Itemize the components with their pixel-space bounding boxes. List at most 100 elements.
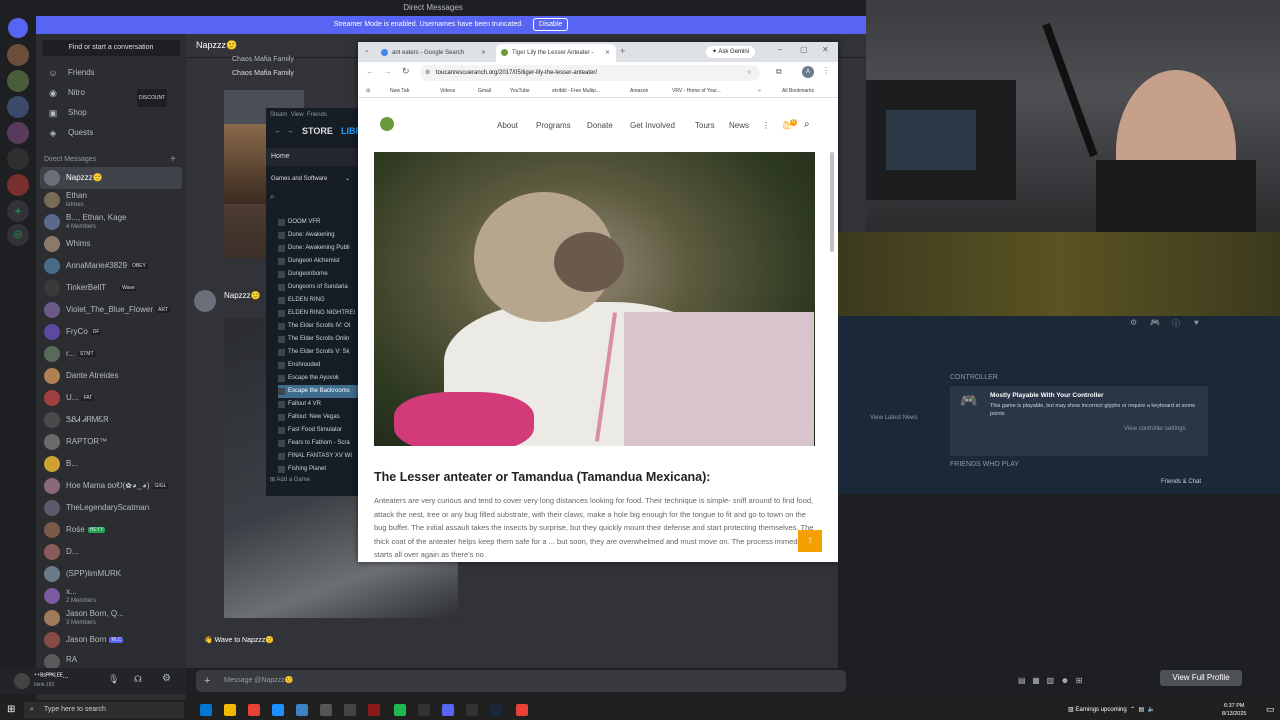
app-icon[interactable] [516,704,528,716]
steam-game-item[interactable]: Dune: Awakening [278,229,358,242]
steam-game-item[interactable]: The Elder Scrolls IV: Ol [278,320,358,333]
headphones-icon[interactable]: ☊ [134,674,142,685]
microphone-icon[interactable]: 🎙 [108,674,119,685]
steam-game-item[interactable]: Fallout: New Vegas [278,411,358,424]
view-full-profile-button[interactable]: View Full Profile [1160,670,1242,686]
info-icon[interactable]: ⓘ [1172,318,1180,329]
more-menu-icon[interactable]: ⋮ [762,121,770,130]
nav-friends[interactable]: ☺ Friends [42,64,180,82]
steam-menu-item[interactable]: Friends [307,112,327,118]
tab-search-icon[interactable]: ⌄ [364,46,370,54]
more-bookmarks-icon[interactable]: » [758,84,761,98]
dm-item[interactable]: Whims [40,233,182,255]
dm-item[interactable]: Ethan letmes [40,189,182,211]
dm-item[interactable]: x... 2 Members [40,585,182,607]
steam-game-item[interactable]: Dungeon Alchemist [278,255,358,268]
bookmark-item[interactable]: New Tab [390,84,409,98]
wave-button[interactable]: 👋 Wave to Napzzz🙂 [200,636,274,650]
steam-game-item[interactable]: FINAL FANTASY XV WI [278,450,358,463]
scroll-to-top-button[interactable]: ↑ [798,530,822,552]
address-bar[interactable]: ⚙ toucanrescueranch.org/2017/05/tiger-lil… [420,65,760,81]
task-view-icon[interactable] [200,704,212,716]
profile-avatar[interactable]: A [802,66,814,78]
steam-menu-item[interactable]: Steam [270,112,287,118]
bookmark-item[interactable]: Amazon [630,84,648,98]
settings-gear-icon[interactable]: ⚙ [1130,318,1137,327]
browser-tab[interactable]: ant eaters - Google Search ✕ [376,44,492,62]
close-window-icon[interactable]: ✕ [822,45,829,54]
settings-gear-icon[interactable]: ⚙ [162,673,171,684]
chevron-up-icon[interactable]: ⌃ [1130,707,1135,713]
obs-icon[interactable] [320,704,332,716]
dm-item[interactable]: Dante Atreides [40,365,182,387]
server-icon[interactable] [7,96,29,118]
back-icon[interactable]: ← [366,67,374,76]
forward-arrow-icon[interactable]: → [286,126,294,135]
dm-item[interactable]: Jason Born RLC [40,629,182,651]
steam-home[interactable]: Home [266,148,360,166]
dm-item[interactable]: Violet_The_Blue_Flower ART [40,299,182,321]
bookmark-item[interactable]: skribbl - Free Multip... [552,84,600,98]
steam-game-item[interactable]: Escape the Ayuvok [278,372,358,385]
avatar[interactable] [14,673,30,689]
steam-icon[interactable] [490,704,502,716]
nav-about[interactable]: About [497,121,518,130]
dm-item[interactable]: TinkerBellT Wave [40,277,182,299]
games-filter-dropdown[interactable]: Games and Software ⌄ [266,172,356,186]
dm-item[interactable]: Napzzz🙂 [40,167,182,189]
steam-game-item[interactable]: Dune: Awakening Publi [278,242,358,255]
streamer-disable-button[interactable]: Disable [533,18,569,31]
all-bookmarks[interactable]: All Bookmarks [782,84,814,98]
windows-start-icon[interactable]: ⊞ [7,704,15,715]
gift-icon[interactable]: ▤ [1018,676,1026,685]
app-icon[interactable] [466,704,478,716]
reload-icon[interactable]: ↻ [402,66,410,77]
taskbar-clock[interactable]: 6:37 PM 8/13/2025 [1222,702,1246,718]
dm-item[interactable]: (SPP)limMURK [40,563,182,585]
discover-icon[interactable]: ◎ [7,224,29,246]
nav-tours[interactable]: Tours [695,121,715,130]
steam-game-item[interactable]: Fallout 4 VR [278,398,358,411]
app-icon[interactable] [418,704,430,716]
spotify-icon[interactable] [394,704,406,716]
earnings-text[interactable]: Earnings upcoming [1075,707,1126,713]
dm-item[interactable]: RAPTOR™ [40,431,182,453]
add-game-button[interactable]: ⊞ Add a Game [270,476,310,483]
create-dm-icon[interactable]: + [170,154,176,165]
dm-item[interactable]: FryCo DF [40,321,182,343]
bookmark-item[interactable]: VRV - Home of Your... [672,84,721,98]
view-latest-news-link[interactable]: View Latest News [870,415,918,421]
favorite-heart-icon[interactable]: ♥ [1194,318,1199,327]
steam-game-item[interactable]: The Elder Scrolls Onlin [278,333,358,346]
extensions-icon[interactable]: ⧉ [776,67,782,77]
steam-game-item[interactable]: The Elder Scrolls V: Sk [278,346,358,359]
dm-item[interactable]: Rośe HEYY [40,519,182,541]
chrome-icon[interactable] [248,704,260,716]
discord-home-icon[interactable] [8,18,28,38]
sticker-icon[interactable]: ▧ [1046,676,1054,685]
emoji-icon[interactable]: ☻ [1061,676,1069,685]
app-icon[interactable] [344,704,356,716]
gif-icon[interactable]: ▦ [1032,676,1040,685]
discord-icon[interactable] [442,704,454,716]
file-explorer-icon[interactable] [224,704,236,716]
dm-item[interactable]: B..., Ethan, Kage 4 Members [40,211,182,233]
notifications-icon[interactable]: ▭ [1266,704,1275,715]
browser-tab-active[interactable]: Tiger Lily the Lesser Anteater - ✕ [496,44,616,62]
steam-game-item[interactable]: ELDEN RING [278,294,358,307]
site-logo[interactable] [380,117,394,131]
message-input[interactable]: + Message @Napzzz🙂 [196,670,846,692]
kebab-menu-icon[interactable]: ⋮ [822,66,830,75]
server-icon[interactable] [7,148,29,170]
steam-menu-item[interactable]: View [291,112,304,118]
dm-item[interactable]: U... FAT [40,387,182,409]
bookmark-item[interactable]: Gmail [478,84,491,98]
bookmark-item[interactable]: YouTube [510,84,530,98]
steam-game-item[interactable]: Fears to Fathom - Scra [278,437,358,450]
app-icon[interactable] [368,704,380,716]
nav-donate[interactable]: Donate [587,121,613,130]
nav-programs[interactable]: Programs [536,121,571,130]
steam-game-item[interactable]: Fishing Planet [278,463,358,476]
steam-game-item[interactable]: DOOM VFR [278,216,358,229]
minimize-icon[interactable]: – [778,45,782,54]
